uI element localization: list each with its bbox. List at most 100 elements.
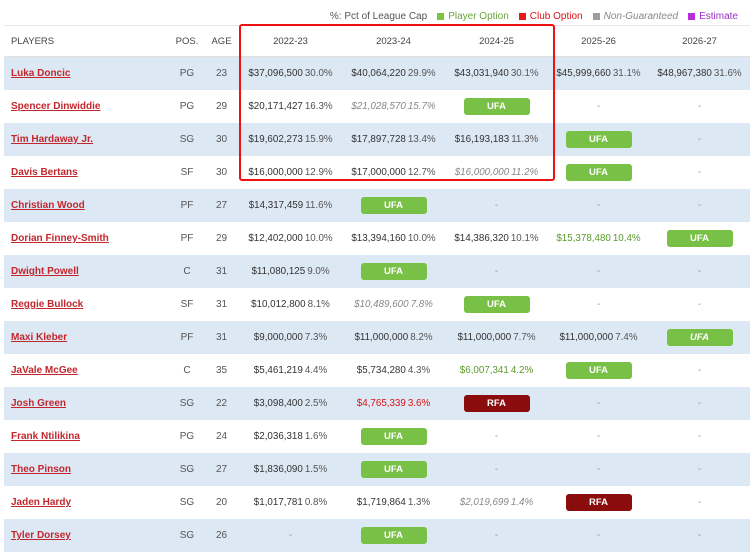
header-year-3[interactable]: 2024-25 bbox=[445, 26, 548, 57]
salary-cell: $20,171,42716.3% bbox=[239, 90, 342, 123]
salary-amount: $3,098,400 bbox=[254, 398, 303, 409]
cap-percent: 10.0% bbox=[305, 233, 333, 244]
salary-amount: $10,489,600 bbox=[354, 299, 408, 310]
empty-dash: - bbox=[597, 266, 600, 277]
player-link[interactable]: Spencer Dinwiddie bbox=[11, 101, 100, 112]
table-row: JaVale McGeeC35$5,461,2194.4%$5,734,2804… bbox=[4, 354, 750, 387]
cap-percent: 4.4% bbox=[305, 365, 327, 376]
player-link[interactable]: Davis Bertans bbox=[11, 167, 78, 178]
player-cell: Dorian Finney-Smith bbox=[4, 222, 170, 255]
salary-amount: $11,000,000 bbox=[354, 332, 408, 343]
salary-cell: $6,007,3414.2% bbox=[445, 354, 548, 387]
salary-cell: $45,999,66031.1% bbox=[548, 57, 649, 91]
salary-cell: $48,967,38031.6% bbox=[649, 57, 750, 91]
salary-cell: UFA bbox=[342, 420, 445, 453]
salary-value: $11,000,0007.7% bbox=[457, 332, 535, 343]
salary-amount: $13,394,160 bbox=[351, 233, 405, 244]
salary-table-body: Luka Doncic PG23 $37,096,50030.0% $40,064,2… bbox=[4, 57, 750, 552]
salary-cell: $12,402,00010.0% bbox=[239, 222, 342, 255]
player-link[interactable]: Dorian Finney-Smith bbox=[11, 233, 109, 244]
cap-percent: 4.2% bbox=[511, 365, 533, 376]
salary-cell: UFA bbox=[548, 123, 649, 156]
player-link[interactable]: Tyler Dorsey bbox=[11, 530, 71, 541]
player-link[interactable]: Frank Ntilikina bbox=[11, 431, 80, 442]
salary-amount: $4,765,339 bbox=[357, 398, 406, 409]
player-link[interactable]: Josh Green bbox=[11, 398, 66, 409]
player-link[interactable]: Jaden Hardy bbox=[11, 497, 71, 508]
position-cell: PF bbox=[170, 189, 204, 222]
header-year-2[interactable]: 2023-24 bbox=[342, 26, 445, 57]
salary-value: $1,719,8641.3% bbox=[357, 497, 430, 508]
salary-amount: $1,719,864 bbox=[357, 497, 406, 508]
salary-amount: $11,000,000 bbox=[457, 332, 511, 343]
age-cell: 35 bbox=[204, 354, 239, 387]
table-row: Maxi KleberPF31$9,000,0007.3%$11,000,000… bbox=[4, 321, 750, 354]
header-age[interactable]: AGE bbox=[204, 26, 239, 57]
salary-cell: - bbox=[649, 123, 750, 156]
player-cell: Maxi Kleber bbox=[4, 321, 170, 354]
position-cell: SF bbox=[170, 156, 204, 189]
empty-dash: - bbox=[698, 365, 701, 376]
salary-cell: - bbox=[548, 387, 649, 420]
player-link[interactable]: Reggie Bullock bbox=[11, 299, 83, 310]
salary-amount: $6,007,341 bbox=[460, 365, 509, 376]
player-link[interactable]: JaVale McGee bbox=[11, 365, 78, 376]
position-cell: PF bbox=[170, 321, 204, 354]
salary-cell: $21,028,57015.7% bbox=[342, 90, 445, 123]
player-link[interactable]: Christian Wood bbox=[11, 200, 85, 211]
cap-percent: 31.1% bbox=[613, 68, 641, 79]
age-cell: 23 bbox=[204, 57, 239, 91]
player-link[interactable]: Tim Hardaway Jr. bbox=[11, 134, 93, 145]
salary-cell: $17,897,72813.4% bbox=[342, 123, 445, 156]
salary-value: $10,012,8008.1% bbox=[251, 299, 330, 310]
empty-dash: - bbox=[597, 464, 600, 475]
age-cell: 24 bbox=[204, 420, 239, 453]
player-cell: Tyler Dorsey bbox=[4, 519, 170, 552]
salary-value: $37,096,50030.0% bbox=[248, 68, 332, 79]
empty-dash: - bbox=[495, 266, 498, 277]
salary-value: $4,765,3393.6% bbox=[357, 398, 430, 409]
header-year-1[interactable]: 2022-23 bbox=[239, 26, 342, 57]
cap-percent: 7.3% bbox=[305, 332, 327, 343]
header-row: PLAYERS POS. AGE 2022-23 2023-24 2024-25… bbox=[4, 26, 750, 57]
salary-cell: - bbox=[445, 519, 548, 552]
player-link[interactable]: Dwight Powell bbox=[11, 266, 79, 277]
salary-cell: $19,602,27315.9% bbox=[239, 123, 342, 156]
salary-amount: $1,836,090 bbox=[254, 464, 303, 475]
header-year-4[interactable]: 2025-26 bbox=[548, 26, 649, 57]
salary-amount: $15,378,480 bbox=[556, 233, 610, 244]
ufa-badge: UFA bbox=[464, 98, 530, 115]
header-players[interactable]: PLAYERS bbox=[4, 26, 170, 57]
cap-percent: 15.7% bbox=[408, 101, 436, 112]
table-row: Frank NtilikinaPG24$2,036,3181.6%UFA--- bbox=[4, 420, 750, 453]
age-cell: 29 bbox=[204, 222, 239, 255]
salary-amount: $43,031,940 bbox=[454, 68, 508, 79]
salary-value: $40,064,22029.9% bbox=[351, 68, 435, 79]
age-cell: 31 bbox=[204, 288, 239, 321]
salary-cell: UFA bbox=[649, 222, 750, 255]
salary-cell: $40,064,22029.9% bbox=[342, 57, 445, 91]
salary-cell: $1,017,7810.8% bbox=[239, 486, 342, 519]
age-cell: 31 bbox=[204, 255, 239, 288]
position-cell: PG bbox=[170, 57, 204, 91]
position-cell: C bbox=[170, 354, 204, 387]
salary-amount: $17,000,000 bbox=[351, 167, 405, 178]
age-cell: 29 bbox=[204, 90, 239, 123]
player-cell: Luka Doncic bbox=[4, 57, 170, 91]
header-year-5[interactable]: 2026-27 bbox=[649, 26, 750, 57]
cap-percent: 12.7% bbox=[408, 167, 436, 178]
ufa-badge: UFA bbox=[667, 329, 733, 346]
player-cell: Frank Ntilikina bbox=[4, 420, 170, 453]
salary-value: $9,000,0007.3% bbox=[254, 332, 327, 343]
salary-cell: - bbox=[548, 189, 649, 222]
salary-value: $21,028,57015.7% bbox=[351, 101, 435, 112]
cap-percent: 10.4% bbox=[613, 233, 641, 244]
header-pos[interactable]: POS. bbox=[170, 26, 204, 57]
empty-dash: - bbox=[495, 464, 498, 475]
player-cell: Josh Green bbox=[4, 387, 170, 420]
empty-dash: - bbox=[698, 299, 701, 310]
player-link[interactable]: Maxi Kleber bbox=[11, 332, 67, 343]
player-link[interactable]: Luka Doncic bbox=[11, 68, 70, 79]
player-link[interactable]: Theo Pinson bbox=[11, 464, 71, 475]
cap-percent: 1.6% bbox=[305, 431, 327, 442]
